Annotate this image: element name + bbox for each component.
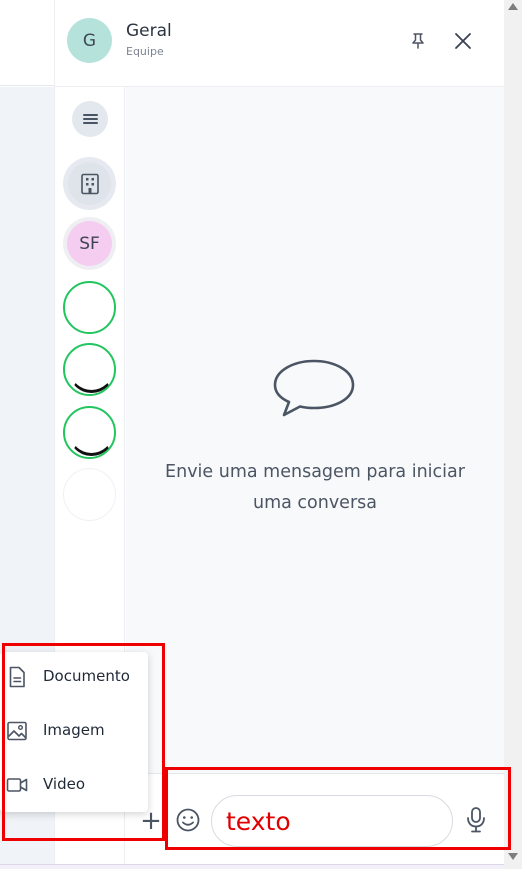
attach-menu-item-document[interactable]: Documento	[0, 657, 148, 697]
scroll-up-arrow-icon[interactable]	[508, 3, 518, 10]
attach-menu: Documento Imagem Video	[0, 652, 148, 812]
chat-title: Geral	[126, 21, 172, 41]
attach-menu-label: Imagem	[43, 721, 105, 739]
bottom-strip	[0, 864, 504, 869]
empty-state-line-2: uma conversa	[252, 493, 377, 513]
sidebar-item-company[interactable]	[63, 157, 116, 210]
smiley-icon	[176, 808, 200, 832]
chat-header: G Geral Equipe	[54, 0, 504, 87]
microphone-icon	[467, 807, 485, 833]
sidebar-item-contact[interactable]	[63, 343, 116, 396]
video-icon	[6, 778, 28, 792]
pin-button[interactable]	[407, 30, 429, 52]
menu-button[interactable]	[72, 101, 108, 137]
close-icon	[455, 33, 471, 49]
sidebar-item-sf[interactable]: SF	[63, 217, 116, 270]
contact-initials: SF	[67, 221, 112, 266]
empty-state-line-1: Envie uma mensagem para iniciar	[165, 462, 465, 482]
chat-bubble-icon	[273, 359, 355, 417]
microphone-button[interactable]	[463, 806, 489, 834]
hamburger-menu-icon	[82, 112, 98, 126]
document-icon	[9, 666, 25, 688]
image-icon	[7, 721, 27, 741]
sidebar-item-contact[interactable]	[63, 281, 116, 334]
empty-state-text: Envie uma mensagem para iniciar uma conv…	[126, 457, 504, 519]
building-icon	[80, 173, 99, 194]
group-avatar[interactable]: G	[67, 18, 112, 63]
sidebar-item-contact[interactable]	[63, 406, 116, 459]
attach-menu-label: Documento	[43, 667, 130, 685]
emoji-button[interactable]	[175, 807, 201, 833]
scroll-down-arrow-icon[interactable]	[508, 853, 518, 860]
attach-menu-item-video[interactable]: Video	[0, 765, 148, 805]
sidebar-item-contact[interactable]	[63, 468, 116, 521]
attach-menu-label: Video	[43, 775, 86, 793]
vertical-scrollbar[interactable]	[504, 0, 522, 869]
chat-area: Envie uma mensagem para iniciar uma conv…	[126, 87, 504, 773]
close-button[interactable]	[449, 27, 477, 55]
attach-menu-item-image[interactable]: Imagem	[0, 711, 148, 751]
page: G Geral Equipe SF Envie uma mensagem par…	[0, 0, 522, 869]
page-background-top	[0, 0, 54, 86]
message-input[interactable]	[211, 795, 453, 847]
pin-icon	[412, 33, 424, 49]
chat-subtitle: Equipe	[126, 45, 164, 58]
